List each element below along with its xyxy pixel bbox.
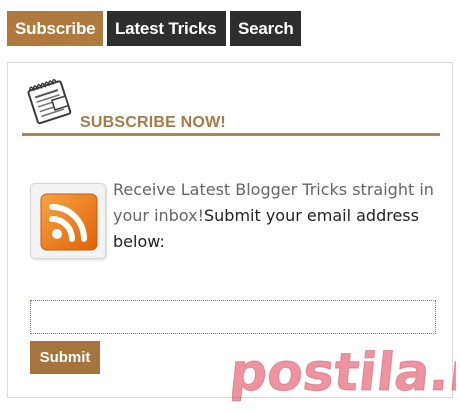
heading-divider xyxy=(22,133,440,136)
watermark-text: postila.ru xyxy=(232,343,456,403)
tab-bar: Subscribe Latest Tricks Search xyxy=(7,11,301,46)
rss-icon-frame xyxy=(30,183,106,259)
tab-subscribe[interactable]: Subscribe xyxy=(7,11,103,46)
submit-button[interactable]: Submit xyxy=(30,341,100,374)
tab-latest-tricks[interactable]: Latest Tricks xyxy=(107,11,226,46)
rss-feed-icon xyxy=(40,193,98,251)
tab-search[interactable]: Search xyxy=(230,11,301,46)
widget-heading: SUBSCRIBE NOW! xyxy=(80,114,226,131)
subscribe-description: Receive Latest Blogger Tricks straight i… xyxy=(113,177,448,255)
newspaper-feed-icon xyxy=(22,73,78,129)
watermark-logo: postila.ru xyxy=(227,318,460,408)
